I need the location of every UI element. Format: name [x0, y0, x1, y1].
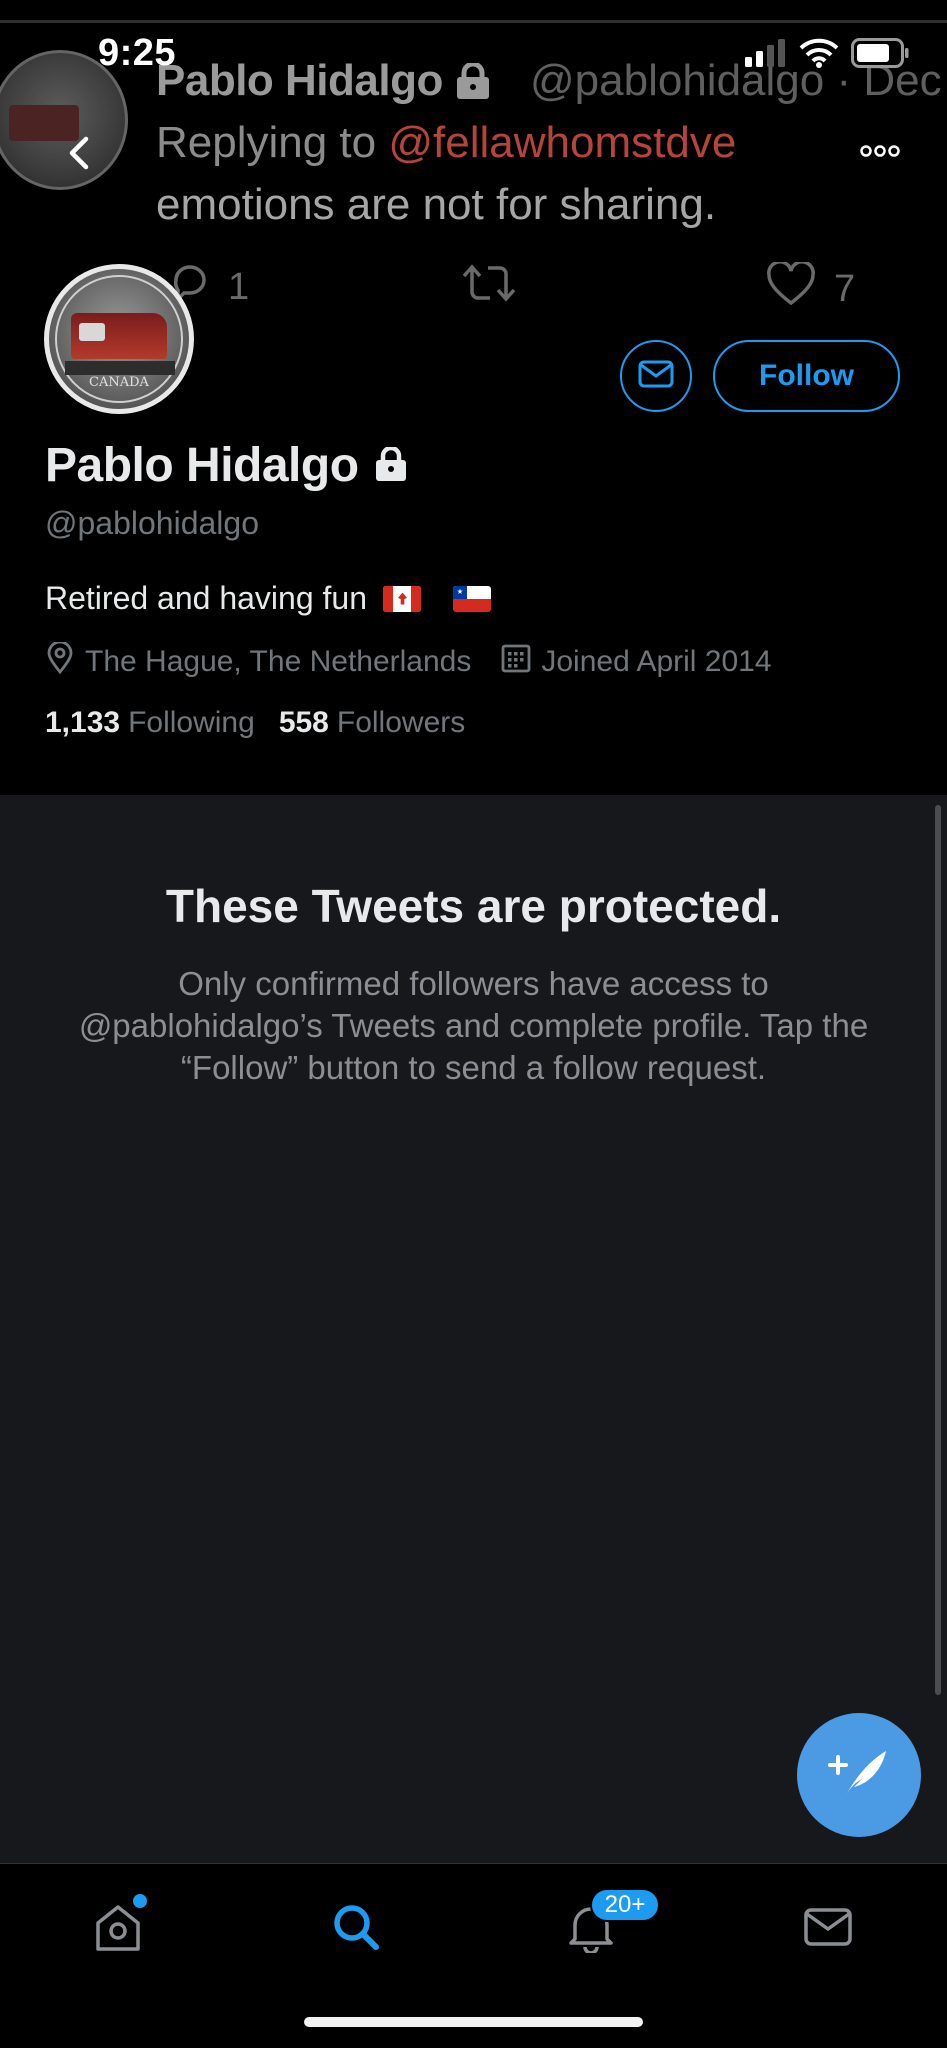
more-options-button[interactable] — [845, 128, 915, 178]
signal-icon — [745, 39, 787, 72]
followers-count: 558 — [278, 706, 329, 739]
banner-reply-count: 1 — [228, 265, 250, 308]
status-time: 9:25 — [98, 32, 177, 74]
tab-messages[interactable] — [793, 1894, 863, 1964]
chile-flag-icon — [453, 585, 491, 612]
tab-notifications[interactable]: 20+ — [556, 1888, 660, 1964]
banner-reply-line: Replying to @fellawhomstdve — [156, 118, 736, 168]
calendar-icon — [501, 643, 531, 681]
following-label: Following — [128, 706, 255, 739]
profile-joined: Joined April 2014 — [501, 643, 772, 681]
profile-name-text: Pablo Hidalgo — [45, 439, 359, 492]
following-count: 1,133 — [45, 706, 121, 739]
wifi-icon — [799, 38, 839, 73]
message-button[interactable] — [620, 340, 692, 412]
profile-name: Pablo Hidalgo — [45, 438, 409, 493]
followers-link[interactable]: 558 Followers — [279, 706, 465, 740]
canada-flag-icon — [383, 585, 421, 612]
profile-location-text: The Hague, The Netherlands — [85, 645, 472, 678]
profile-header: CANADA Follow Pablo Hidalgo @pablohidalg… — [0, 264, 947, 795]
location-pin-icon — [45, 640, 75, 682]
status-bar: 9:25 — [0, 0, 947, 90]
more-dots-icon — [860, 144, 900, 163]
profile-bio: Retired and having fun — [45, 580, 491, 617]
compose-tweet-button[interactable] — [797, 1713, 921, 1837]
profile-location: The Hague, The Netherlands — [45, 640, 472, 682]
profile-bio-text: Retired and having fun — [45, 580, 367, 616]
profile-stats: 1,133 Following 558 Followers — [45, 706, 465, 740]
banner-reply-prefix: Replying to — [156, 118, 377, 167]
banner-like-count: 7 — [834, 267, 856, 310]
retweet-icon — [460, 262, 518, 314]
tab-home[interactable] — [83, 1894, 153, 1964]
back-button[interactable] — [52, 128, 106, 182]
avatar-caption: CANADA — [89, 375, 149, 390]
search-icon — [331, 1902, 381, 1957]
battery-icon — [851, 38, 909, 73]
heart-icon — [766, 260, 816, 316]
avatar[interactable]: CANADA — [44, 264, 194, 414]
tab-search[interactable] — [321, 1894, 391, 1964]
mail-icon — [638, 360, 674, 393]
home-icon — [92, 1901, 144, 1958]
banner-retweet-action — [460, 262, 518, 314]
followers-label: Followers — [336, 706, 466, 739]
lock-icon — [373, 438, 409, 493]
protected-tweets-panel: These Tweets are protected. Only confirm… — [0, 795, 947, 1863]
follow-button[interactable]: Follow — [713, 340, 900, 412]
notifications-badge: 20+ — [590, 1888, 660, 1922]
mail-icon — [803, 1907, 853, 1952]
banner-reply-mention: @fellawhomstdve — [388, 118, 737, 167]
banner-like-action: 7 — [766, 260, 856, 316]
following-link[interactable]: 1,133 Following — [45, 706, 255, 740]
chevron-left-icon — [66, 136, 92, 175]
protected-description: Only confirmed followers have access to … — [78, 965, 869, 1086]
home-indicator[interactable] — [304, 2017, 643, 2027]
status-icons — [745, 38, 909, 73]
profile-meta: The Hague, The Netherlands Joined April … — [45, 640, 802, 682]
protected-title: These Tweets are protected. — [165, 880, 782, 932]
train-image — [71, 313, 167, 359]
scrollbar[interactable] — [935, 805, 941, 1695]
profile-handle: @pablohidalgo — [45, 505, 259, 541]
compose-feather-icon — [826, 1745, 892, 1806]
profile-screen: Pablo Hidalgo @pablohidalgo · Dec Replyi… — [0, 0, 947, 2048]
profile-joined-text: Joined April 2014 — [541, 645, 772, 678]
banner-tweet-text: emotions are not for sharing. — [156, 180, 717, 229]
home-unread-dot — [133, 1894, 147, 1908]
